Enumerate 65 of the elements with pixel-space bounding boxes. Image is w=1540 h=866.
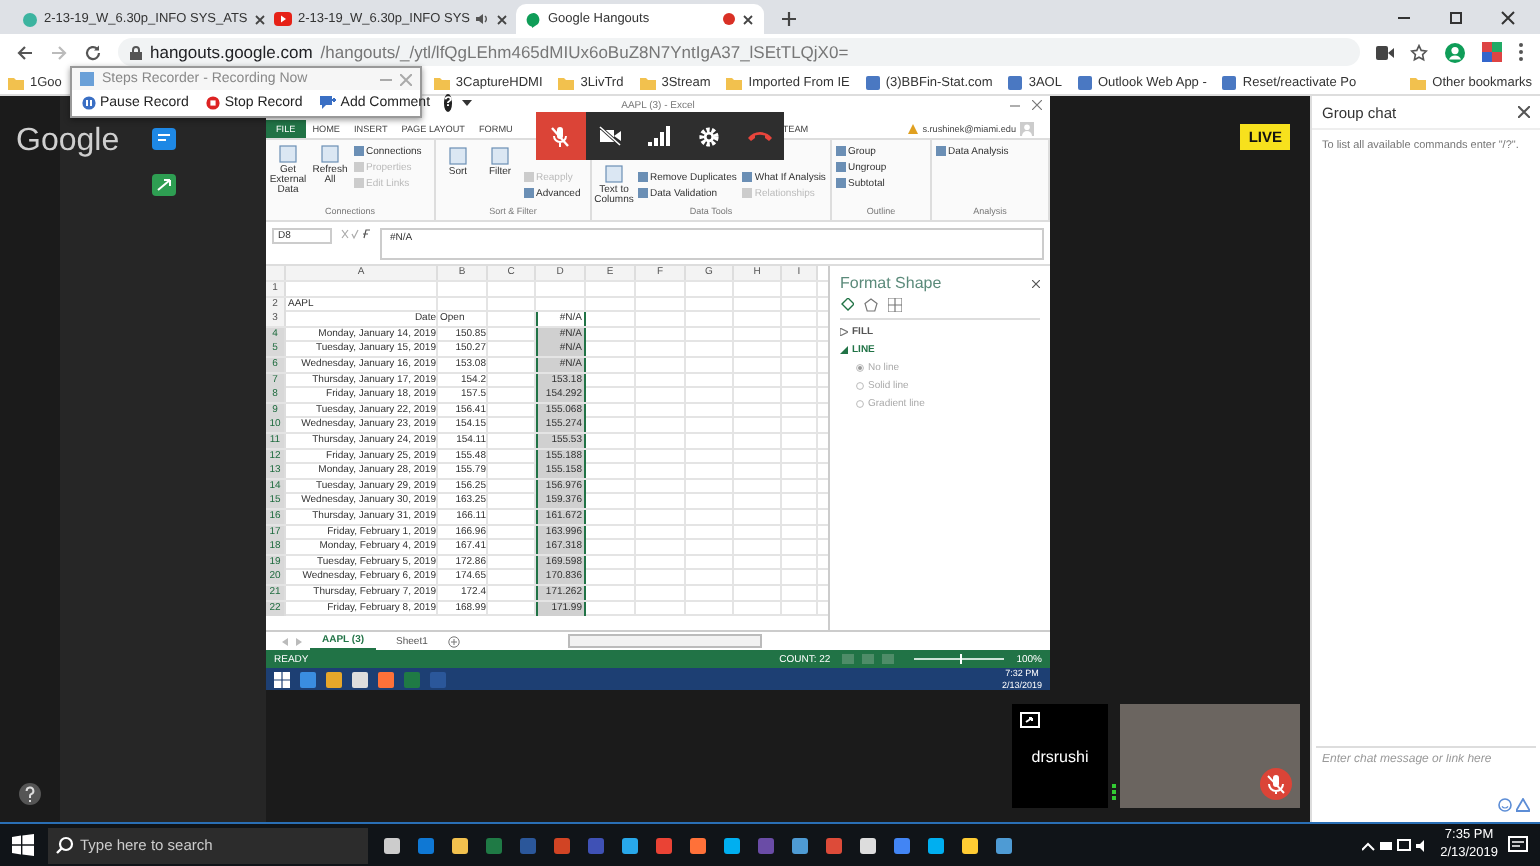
close-icon[interactable] (1500, 10, 1516, 26)
address-bar[interactable]: hangouts.google.com /hangouts/_/ytl/lfQgLEhm465dMIUx6oBuZ8N7YntIgA37_lSEtTLQjX0= (118, 38, 1360, 66)
close-icon[interactable] (496, 13, 508, 25)
profile-icon[interactable] (1444, 41, 1466, 63)
windows-icon[interactable] (274, 671, 290, 688)
signal-icon[interactable] (648, 126, 671, 146)
folder-icon (726, 75, 743, 89)
close-icon[interactable] (1032, 279, 1040, 288)
ribbon-icon (490, 145, 510, 166)
emoji-icon[interactable] (1498, 798, 1512, 812)
folder-icon (1410, 75, 1427, 89)
participant-name: drsrushi (1031, 747, 1089, 765)
settings-icon[interactable] (698, 125, 721, 147)
folder-icon (8, 75, 24, 89)
ribbon-icon (936, 146, 946, 157)
horizontal-scrollbar[interactable] (567, 634, 762, 649)
close-icon[interactable] (742, 13, 754, 25)
pentagon-icon[interactable] (864, 298, 878, 313)
function-icon (340, 227, 372, 240)
maximize-icon[interactable] (1448, 10, 1464, 26)
bookmark-page-icon (865, 75, 880, 89)
camera-off-icon[interactable] (598, 126, 623, 146)
add-sheet-icon[interactable] (447, 635, 460, 648)
bookmark-page-icon (1222, 75, 1237, 89)
pane-title: Format Shape (840, 274, 942, 293)
close-icon[interactable] (253, 13, 266, 25)
reload-icon[interactable] (84, 43, 102, 61)
camera-icon[interactable] (1376, 45, 1394, 59)
bookmark-page-icon (1008, 75, 1023, 89)
chat-icon (526, 11, 542, 27)
site-icon (22, 11, 38, 27)
back-icon[interactable] (16, 43, 34, 61)
stop-icon (206, 96, 221, 110)
notification-icon[interactable] (1508, 836, 1528, 854)
more-icon[interactable] (1518, 42, 1524, 62)
comment-icon (320, 96, 337, 110)
google-logo: Google (16, 122, 120, 162)
folder-icon (558, 75, 575, 89)
lock-icon (130, 45, 142, 59)
new-tab-icon[interactable] (780, 10, 798, 28)
bookmark-page-icon (1077, 75, 1092, 89)
drive-icon[interactable] (1516, 798, 1530, 812)
hang-up-icon[interactable] (747, 130, 772, 142)
ribbon-icon (448, 145, 468, 166)
video-site-icon (274, 12, 292, 26)
close-icon[interactable] (1032, 100, 1042, 110)
participant-tile[interactable]: drsrushi (1012, 704, 1108, 808)
ribbon-icon (278, 143, 298, 164)
ribbon-icon (604, 163, 624, 184)
pause-icon (82, 96, 96, 110)
ribbon-icon (320, 143, 340, 164)
screen-share-icon (1020, 712, 1040, 728)
chat-bubble-icon[interactable] (151, 128, 175, 150)
folder-icon (639, 75, 656, 89)
help-icon[interactable] (18, 782, 42, 806)
search-icon (56, 836, 74, 854)
recorder-icon (80, 72, 94, 86)
windows-icon[interactable] (12, 834, 34, 856)
star-icon[interactable] (1410, 43, 1428, 61)
paint-bucket-icon[interactable] (840, 298, 854, 313)
folder-icon (433, 75, 450, 89)
grid-icon[interactable] (888, 298, 902, 313)
phone-icon[interactable] (151, 174, 175, 196)
close-icon[interactable] (1518, 106, 1530, 118)
muted-mic-icon[interactable] (550, 125, 571, 147)
